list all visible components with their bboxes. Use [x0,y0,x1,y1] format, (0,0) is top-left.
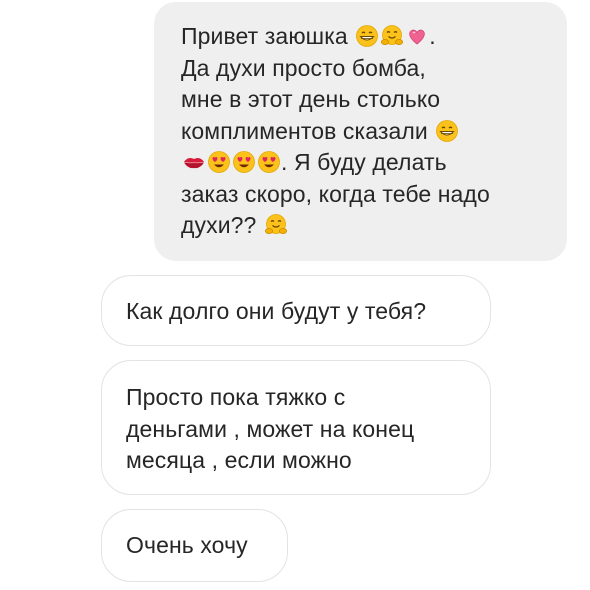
message-line: Просто пока тяжко с [126,384,346,410]
heart-eyes-icon [207,150,231,174]
incoming-message-bubble[interactable]: Как долго они будут у тебя? [101,275,491,346]
outgoing-message-bubble[interactable]: Привет заюшка . Да духи просто бомба, мн… [154,2,567,261]
message-line: месяца , если можно [126,447,352,473]
message-line: заказ скоро, когда тебе надо [181,180,490,207]
message-line: комплиментов сказали [181,116,547,148]
hugging-face-icon [264,213,288,237]
message-line: мне в этот день столько [181,86,441,112]
sparkling-heart-icon [405,24,429,48]
message-line: Как долго они будут у тебя? [126,298,427,324]
message-line: . Я буду делать [181,147,547,179]
grinning-face-icon [355,24,379,48]
hugging-face-icon [380,24,404,48]
incoming-message-bubble[interactable]: Очень хочу [101,509,288,582]
message-line: деньгами , может на конец [126,415,415,442]
message-line: духи?? [181,210,547,242]
grinning-face-icon [435,119,459,143]
message-line: Да духи просто бомба, [181,54,426,81]
incoming-message-bubble[interactable]: Просто пока тяжко с деньгами , может на … [101,360,491,495]
kiss-mark-icon [182,150,206,174]
message-line: Привет заюшка . [181,23,436,49]
heart-eyes-icon [232,150,256,174]
heart-eyes-icon [257,150,281,174]
message-line: Очень хочу [126,532,248,558]
chat-thread: Привет заюшка . Да духи просто бомба, мн… [0,0,590,590]
